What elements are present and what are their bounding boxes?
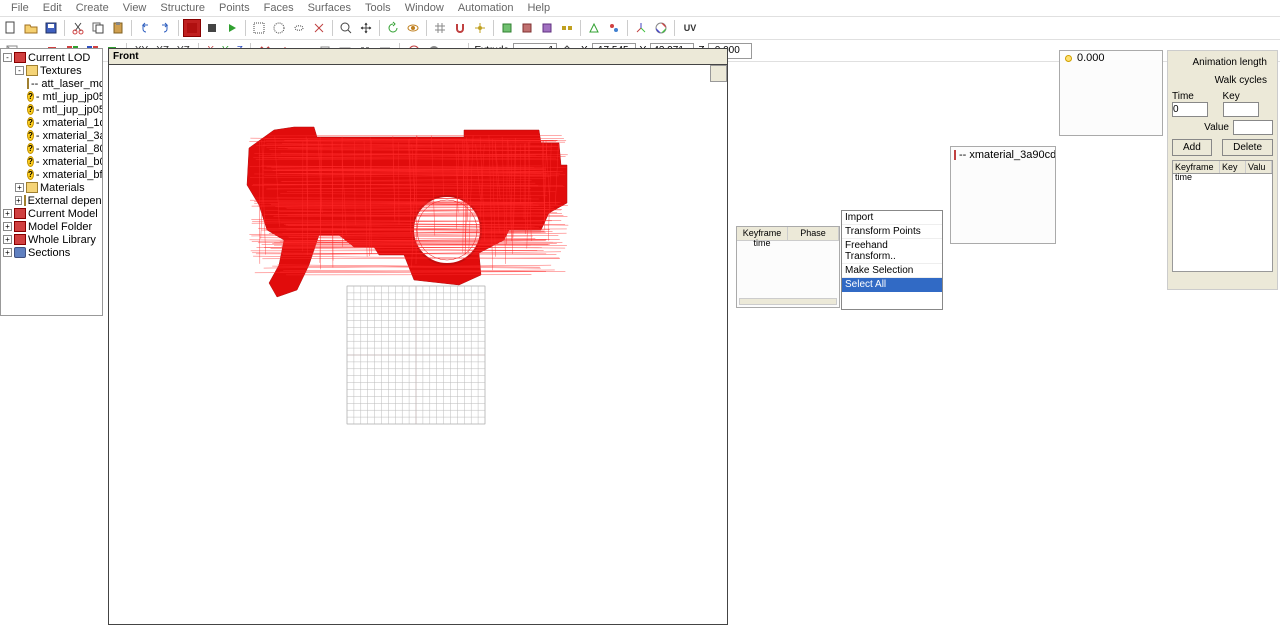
uv-button[interactable]: UV bbox=[679, 19, 701, 37]
play-icon[interactable] bbox=[223, 19, 241, 37]
tree-materials[interactable]: +Materials bbox=[3, 181, 100, 194]
zoom-icon[interactable] bbox=[337, 19, 355, 37]
menu-view[interactable]: View bbox=[116, 1, 154, 15]
color-icon[interactable] bbox=[652, 19, 670, 37]
redo-icon[interactable] bbox=[156, 19, 174, 37]
key-input[interactable] bbox=[1223, 102, 1259, 117]
misc1-icon[interactable] bbox=[498, 19, 516, 37]
delete-button[interactable]: Delete bbox=[1222, 139, 1273, 156]
menu-automation[interactable]: Automation bbox=[451, 1, 521, 15]
menu-structure[interactable]: Structure bbox=[153, 1, 212, 15]
copy-icon[interactable] bbox=[89, 19, 107, 37]
th-value[interactable]: Valu bbox=[1246, 161, 1272, 173]
new-icon[interactable] bbox=[2, 19, 20, 37]
tree-tex-item[interactable]: ?- mtl_jup_jp05 bbox=[3, 103, 100, 116]
th-key[interactable]: Key bbox=[1220, 161, 1246, 173]
tree-sections[interactable]: +Sections bbox=[3, 246, 100, 259]
sel-circle-icon[interactable] bbox=[270, 19, 288, 37]
tree-try-item[interactable]: ?- xmaterial_3a bbox=[3, 129, 100, 142]
key-icon bbox=[1063, 53, 1073, 63]
cut-icon[interactable] bbox=[69, 19, 87, 37]
tree-tex-item[interactable]: ?- mtl_jup_jp05 bbox=[3, 90, 100, 103]
grid-icon[interactable] bbox=[431, 19, 449, 37]
tree-tex-item[interactable]: ?- xmaterial_b0 bbox=[3, 155, 100, 168]
menu-tools[interactable]: Tools bbox=[358, 1, 398, 15]
material-swatch-icon bbox=[954, 150, 956, 160]
wireframe-model bbox=[109, 65, 729, 625]
kf-col-phase[interactable]: Phase bbox=[788, 227, 839, 240]
tree-textures[interactable]: -Textures bbox=[3, 64, 100, 77]
kf-scrollbar[interactable] bbox=[739, 298, 837, 305]
animation-panel: Animation length Walk cycles Time Key Va… bbox=[1167, 50, 1278, 290]
material-panel: -- xmaterial_3a90cda0715d bbox=[950, 146, 1056, 244]
menu-bar: File Edit Create View Structure Points F… bbox=[0, 0, 1280, 16]
ctx-transform[interactable]: Transform Points bbox=[842, 225, 942, 239]
ctx-freehand[interactable]: Freehand Transform.. bbox=[842, 239, 942, 264]
value-input[interactable] bbox=[1233, 120, 1273, 135]
viewport-front[interactable] bbox=[108, 65, 728, 625]
sel-rect-icon[interactable] bbox=[250, 19, 268, 37]
kf-col-time[interactable]: Keyframe time bbox=[737, 227, 788, 240]
value-panel: 0.000 bbox=[1059, 50, 1163, 136]
tree-ext-dep[interactable]: +External dependencies bbox=[3, 194, 100, 207]
menu-points[interactable]: Points bbox=[212, 1, 257, 15]
misc2-icon[interactable] bbox=[518, 19, 536, 37]
misc6-icon[interactable] bbox=[605, 19, 623, 37]
key-label: Key bbox=[1223, 91, 1274, 102]
value-label: Value bbox=[1172, 122, 1233, 133]
tree-whole-library[interactable]: +Whole Library bbox=[3, 233, 100, 246]
main-toolbar: UV bbox=[0, 16, 1280, 40]
context-menu: Import Transform Points Freehand Transfo… bbox=[841, 210, 943, 310]
add-button[interactable]: Add bbox=[1172, 139, 1212, 156]
time-label: Time bbox=[1172, 91, 1223, 102]
keyframe-panel: Keyframe time Phase bbox=[736, 226, 840, 308]
th-keyframe-time[interactable]: Keyframe time bbox=[1173, 161, 1220, 173]
misc5-icon[interactable] bbox=[585, 19, 603, 37]
anim-table-body[interactable] bbox=[1172, 174, 1273, 272]
record-icon[interactable] bbox=[183, 19, 201, 37]
snap2-icon[interactable] bbox=[471, 19, 489, 37]
ctx-select-all[interactable]: Select All bbox=[842, 278, 942, 292]
deselect-icon[interactable] bbox=[310, 19, 328, 37]
tree-tex-item[interactable]: ?- xmaterial_1d bbox=[3, 116, 100, 129]
rotate-icon[interactable] bbox=[384, 19, 402, 37]
tree-tex-item[interactable]: ?- xmaterial_bf bbox=[3, 168, 100, 181]
menu-file[interactable]: File bbox=[4, 1, 36, 15]
sel-lasso-icon[interactable] bbox=[290, 19, 308, 37]
menu-surfaces[interactable]: Surfaces bbox=[301, 1, 358, 15]
tree-tex-item[interactable]: ?- xmaterial_80 bbox=[3, 142, 100, 155]
anim-length-label: Animation length bbox=[1172, 57, 1271, 68]
menu-help[interactable]: Help bbox=[520, 1, 557, 15]
save-icon[interactable] bbox=[42, 19, 60, 37]
viewport-title[interactable]: Front bbox=[108, 48, 728, 65]
menu-edit[interactable]: Edit bbox=[36, 1, 69, 15]
tree-tex-item[interactable]: -- att_laser_mc bbox=[3, 77, 100, 90]
tree-current-model[interactable]: +Current Model bbox=[3, 207, 100, 220]
menu-faces[interactable]: Faces bbox=[257, 1, 301, 15]
stop-icon[interactable] bbox=[203, 19, 221, 37]
open-icon[interactable] bbox=[22, 19, 40, 37]
material-item[interactable]: -- xmaterial_3a90cda0715d bbox=[951, 147, 1055, 163]
walk-cycles-label: Walk cycles bbox=[1172, 75, 1271, 86]
snap-icon[interactable] bbox=[451, 19, 469, 37]
value-item[interactable]: 0.000 bbox=[1060, 51, 1162, 65]
misc4-icon[interactable] bbox=[558, 19, 576, 37]
ctx-import[interactable]: Import bbox=[842, 211, 942, 225]
misc3-icon[interactable] bbox=[538, 19, 556, 37]
orbit-icon[interactable] bbox=[404, 19, 422, 37]
axes-icon[interactable] bbox=[632, 19, 650, 37]
menu-window[interactable]: Window bbox=[398, 1, 451, 15]
tree-model-folder[interactable]: +Model Folder bbox=[3, 220, 100, 233]
time-input[interactable] bbox=[1172, 102, 1208, 117]
menu-create[interactable]: Create bbox=[69, 1, 116, 15]
paste-icon[interactable] bbox=[109, 19, 127, 37]
scene-tree-panel: -Current LOD -Textures -- att_laser_mc ?… bbox=[0, 48, 103, 316]
tree-root[interactable]: -Current LOD bbox=[3, 51, 100, 64]
undo-icon[interactable] bbox=[136, 19, 154, 37]
ctx-make-sel[interactable]: Make Selection bbox=[842, 264, 942, 278]
pan-icon[interactable] bbox=[357, 19, 375, 37]
anim-table-header: Keyframe time Key Valu bbox=[1172, 160, 1273, 174]
